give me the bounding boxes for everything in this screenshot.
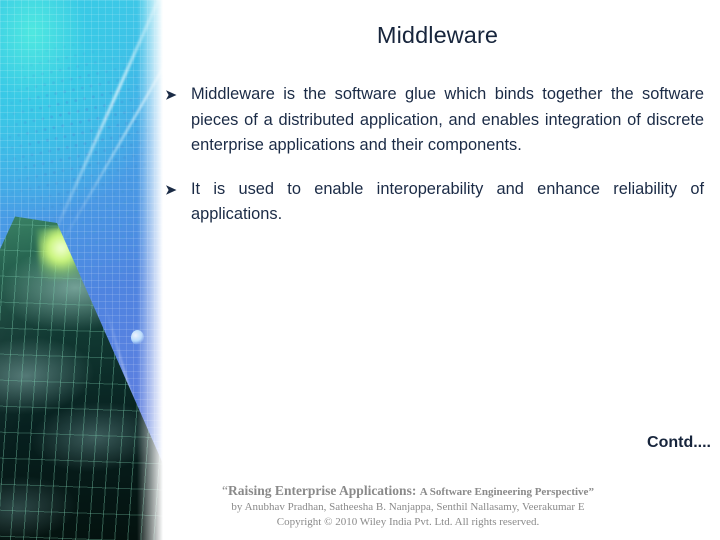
footer-book-title: Raising Enterprise Applications:	[228, 483, 417, 498]
footer-close-quote: ”	[588, 486, 594, 498]
bullet-list: Middleware is the software glue which bi…	[163, 82, 712, 242]
footer-citation: “Raising Enterprise Applications: A Soft…	[100, 483, 716, 530]
bullet-text: Middleware is the software glue which bi…	[191, 85, 704, 154]
footer-book-line: “Raising Enterprise Applications: A Soft…	[100, 483, 716, 500]
footer-book-subtitle: A Software Engineering Perspective	[419, 486, 589, 498]
bullet-item: It is used to enable interoperability an…	[163, 177, 712, 228]
slide-title: Middleware	[376, 22, 499, 48]
arrow-bullet-icon	[163, 82, 191, 101]
bullet-text: It is used to enable interoperability an…	[191, 179, 704, 224]
arrow-bullet-icon	[163, 177, 191, 196]
footer-copyright: Copyright © 2010 Wiley India Pvt. Ltd. A…	[276, 516, 540, 528]
slide-content: Middleware Middleware is the software gl…	[163, 0, 720, 540]
panel-edge-fade	[137, 0, 163, 540]
continuation-note: Contd....	[647, 434, 711, 451]
presentation-slide: Middleware Middleware is the software gl…	[0, 0, 720, 540]
bullet-item: Middleware is the software glue which bi…	[163, 82, 712, 159]
decorative-skyscraper-image	[0, 0, 163, 540]
footer-authors: by Anubhav Pradhan, Satheesha B. Nanjapp…	[231, 501, 585, 513]
